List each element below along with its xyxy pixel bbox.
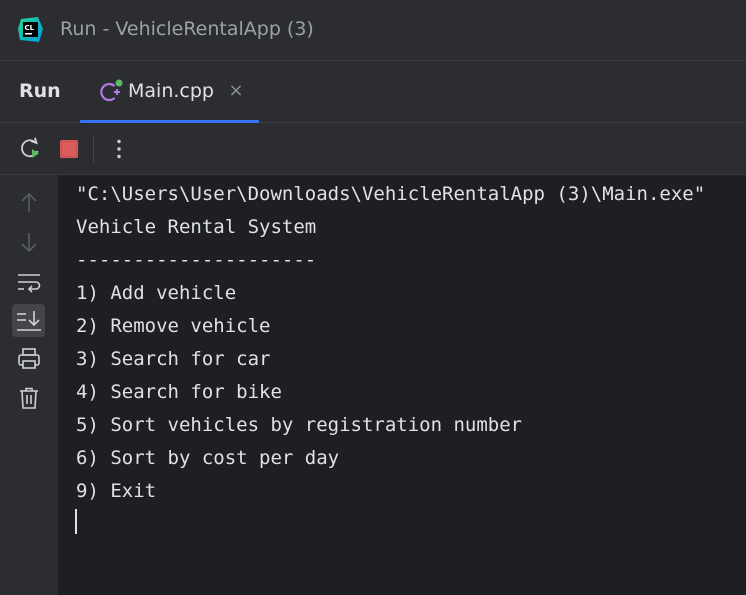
stop-button[interactable] xyxy=(55,135,83,163)
console-line: Vehicle Rental System xyxy=(76,216,317,238)
scroll-down-button[interactable] xyxy=(15,228,43,256)
console-line: 5) Sort vehicles by registration number xyxy=(76,414,523,436)
svg-text:CL: CL xyxy=(25,24,35,32)
console-line: 3) Search for car xyxy=(76,348,271,370)
scroll-to-end-icon xyxy=(17,311,41,331)
arrow-down-icon xyxy=(21,233,37,253)
scroll-up-button[interactable] xyxy=(15,189,43,217)
console-line: "C:\Users\User\Downloads\VehicleRentalAp… xyxy=(76,183,706,205)
title-bar: CL Run - VehicleRentalApp (3) xyxy=(0,0,746,61)
console-line: 9) Exit xyxy=(76,480,157,502)
trash-icon xyxy=(20,387,38,409)
run-tool-window-label: Run xyxy=(19,80,61,102)
clion-logo-icon[interactable]: CL xyxy=(18,17,43,42)
soft-wrap-button[interactable] xyxy=(15,268,43,296)
soft-wrap-icon xyxy=(18,274,41,293)
rerun-icon xyxy=(21,137,39,158)
arrow-up-icon xyxy=(21,192,37,212)
rerun-button[interactable] xyxy=(17,135,45,163)
tab-label: Main.cpp xyxy=(128,80,214,102)
scroll-to-end-button[interactable] xyxy=(12,304,45,337)
tab-main-cpp[interactable]: Main.cpp × xyxy=(80,61,259,123)
console-line: 1) Add vehicle xyxy=(76,282,237,304)
close-icon[interactable]: × xyxy=(228,82,244,100)
console-line: --------------------- xyxy=(76,249,317,271)
stop-icon xyxy=(60,140,78,158)
kebab-menu-icon xyxy=(117,139,121,159)
cpp-file-icon xyxy=(98,79,124,105)
printer-icon xyxy=(18,348,40,369)
toolbar-separator xyxy=(93,135,94,163)
console-side-toolbar xyxy=(0,175,58,595)
more-button[interactable] xyxy=(105,135,133,163)
clear-button[interactable] xyxy=(15,384,43,412)
console-line: 4) Search for bike xyxy=(76,381,282,403)
window-title: Run - VehicleRentalApp (3) xyxy=(60,18,314,40)
console-output[interactable]: "C:\Users\User\Downloads\VehicleRentalAp… xyxy=(58,175,746,595)
tool-window-tabbar: Run Main.cpp × xyxy=(0,61,746,123)
input-caret xyxy=(75,509,77,534)
console-line: 6) Sort by cost per day xyxy=(76,447,340,469)
print-button[interactable] xyxy=(15,345,43,373)
console-line: 2) Remove vehicle xyxy=(76,315,271,337)
run-toolbar xyxy=(0,123,746,175)
